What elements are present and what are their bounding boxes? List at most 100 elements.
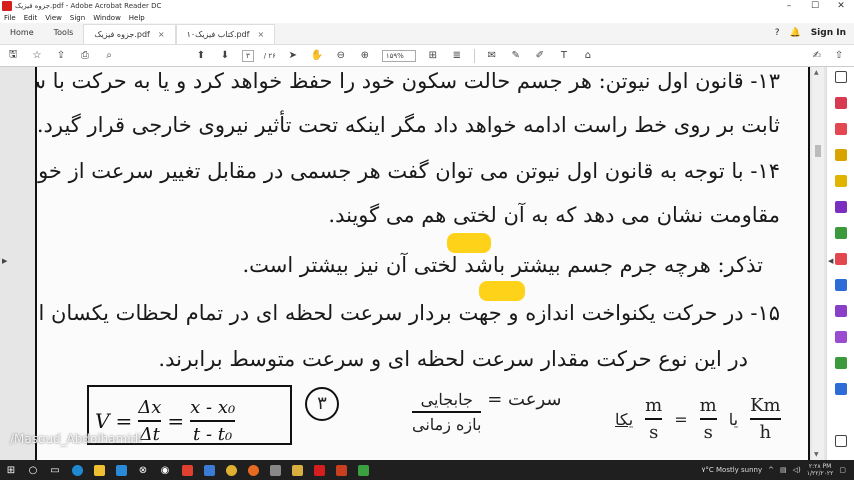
search-icon[interactable]: ⌕ [102, 50, 116, 61]
tab-document-2[interactable]: کتاب فیزیک۱۰.pdf × [175, 24, 276, 46]
scroll-down-icon[interactable]: ▼ [814, 451, 819, 458]
handwritten-line-3: ۱۴- با توجه به قانون اول نیوتن می توان گ… [35, 159, 780, 183]
tab-tools[interactable]: Tools [44, 22, 84, 44]
scroll-mode-icon[interactable]: ≣ [450, 50, 464, 61]
volume-icon[interactable]: ◁) [793, 466, 801, 474]
unit-3: Km h [750, 395, 781, 443]
search-taskbar-icon[interactable]: ○ [22, 460, 44, 480]
fit-page-icon[interactable]: ⊞ [426, 50, 440, 61]
search-tool-icon[interactable] [835, 71, 847, 83]
fill-sign-icon[interactable] [835, 305, 847, 317]
collapse-panel-arrow-icon[interactable]: ◀ [828, 257, 833, 265]
network-icon[interactable]: ▤ [780, 466, 787, 474]
formula-numerator-2: x - x₀ [190, 397, 236, 418]
camera-icon[interactable]: ◉ [154, 460, 176, 480]
minimize-button[interactable]: – [776, 0, 802, 12]
main-toolbar: 🖫 ☆ ⇪ ⎙ ⌕ ⬆ ⬇ ۳ / ۲۶ ➤ ✋ ⊖ ⊕ ۱۵۹% ⊞ ≣ ✉ … [0, 45, 854, 67]
expand-panel-icon[interactable] [835, 435, 847, 447]
scrollbar-thumb[interactable] [815, 145, 821, 157]
start-button[interactable]: ⊞ [0, 460, 22, 480]
menu-help[interactable]: Help [129, 14, 145, 22]
handwritten-line-5: تذکر: هرچه جرم جسم بیشتر باشد لختی آن نی… [242, 253, 763, 277]
stamp-icon[interactable]: ⌂ [581, 50, 595, 61]
organize-pages-icon[interactable] [835, 227, 847, 239]
xbox-icon[interactable]: ⊗ [132, 460, 154, 480]
zoom-level-select[interactable]: ۱۵۹% [381, 49, 416, 62]
highlight-pen-icon[interactable]: ✎ [509, 50, 523, 61]
circled-number: ۳ [305, 387, 339, 421]
document-viewport[interactable]: ▶ ۱۳- قانون اول نیوتن: هر جسم حالت سکون … [0, 67, 826, 460]
page-total: / ۲۶ [263, 51, 276, 60]
clock[interactable]: ۲:۲۸ PM ۱/۲۲/۲۰۲۲ [807, 463, 834, 477]
tray-chevron-icon[interactable]: ^ [768, 466, 774, 474]
store-icon[interactable] [110, 460, 132, 480]
menu-sign[interactable]: Sign [70, 14, 85, 22]
task-view-icon[interactable]: ▭ [44, 460, 66, 480]
maximize-button[interactable]: ☐ [802, 0, 828, 12]
export-pdf-icon[interactable] [835, 97, 847, 109]
sign-in-button[interactable]: Sign In [811, 28, 846, 38]
protect-icon[interactable] [835, 279, 847, 291]
combine-files-icon[interactable] [835, 201, 847, 213]
menu-window[interactable]: Window [93, 14, 121, 22]
unit-2: ms [699, 395, 717, 443]
page-up-icon[interactable]: ⬆ [194, 50, 208, 61]
page-down-icon[interactable]: ⬇ [218, 50, 232, 61]
vertical-scrollbar[interactable]: ▲ ▼ [812, 67, 824, 460]
comment-icon[interactable]: ✉ [485, 50, 499, 61]
close-tab-icon[interactable]: × [257, 24, 264, 46]
text-icon[interactable]: T [557, 50, 571, 61]
send-review-icon[interactable] [835, 331, 847, 343]
menu-file[interactable]: File [4, 14, 16, 22]
menu-bar: File Edit View Sign Window Help [0, 12, 854, 23]
page-number-input[interactable]: ۳ [242, 49, 254, 62]
hand-tool-icon[interactable]: ✋ [310, 50, 324, 61]
weather-widget[interactable]: ۷°C Mostly sunny [702, 466, 763, 474]
media-icon[interactable] [264, 460, 286, 480]
file-explorer-icon[interactable] [88, 460, 110, 480]
windows-taskbar: ⊞ ○ ▭ ⊗ ◉ ۷°C Mostly sunny ^ ▤ ◁) ۲:۲۸ P… [0, 460, 854, 480]
print-icon[interactable]: ⎙ [78, 50, 92, 61]
left-panel-arrow-icon[interactable]: ▶ [2, 257, 7, 265]
upload-icon[interactable]: ⇪ [54, 50, 68, 61]
bookmark-star-icon[interactable]: ☆ [30, 50, 44, 61]
draw-icon[interactable]: ✐ [533, 50, 547, 61]
definition-fraction: جابجایی بازه زمانی [412, 390, 482, 434]
formula-numerator-1: Δx [138, 397, 162, 418]
folder-icon[interactable] [286, 460, 308, 480]
create-pdf-icon[interactable] [835, 123, 847, 135]
select-cursor-icon[interactable]: ➤ [286, 50, 300, 61]
notifications-icon[interactable]: ▢ [839, 466, 846, 474]
edge-icon[interactable] [66, 460, 88, 480]
redact-icon[interactable] [835, 253, 847, 265]
toolbar-right: ✍ ⇧ [810, 50, 854, 61]
units-label: یکا [615, 409, 634, 429]
camtasia-icon[interactable] [352, 460, 374, 480]
edit-pdf-icon[interactable] [835, 149, 847, 161]
help-icon[interactable]: ? [775, 28, 780, 38]
bell-icon[interactable]: 🔔 [789, 28, 800, 38]
save-icon[interactable]: 🖫 [6, 47, 20, 64]
powerpoint-icon[interactable] [330, 460, 352, 480]
firefox-icon[interactable] [242, 460, 264, 480]
tab-document-2-label: کتاب فیزیک۱۰.pdf [186, 29, 250, 39]
sign-pen-icon[interactable]: ✍ [810, 50, 824, 61]
close-window-button[interactable]: ✕ [828, 0, 854, 12]
close-tab-icon[interactable]: × [158, 24, 165, 46]
acrobat-taskbar-icon[interactable] [308, 460, 330, 480]
scan-ocr-icon[interactable] [835, 383, 847, 395]
comment-tool-icon[interactable] [835, 175, 847, 187]
tab-home[interactable]: Home [0, 22, 44, 44]
tab-document-1[interactable]: جزوه فیزیک.pdf × [83, 24, 176, 46]
app-red-icon[interactable] [176, 460, 198, 480]
formula-v: V [95, 409, 110, 433]
scroll-up-icon[interactable]: ▲ [814, 69, 819, 76]
zoom-out-icon[interactable]: ⊖ [334, 50, 348, 61]
menu-view[interactable]: View [45, 14, 62, 22]
more-tools-icon[interactable] [835, 357, 847, 369]
share-icon[interactable]: ⇧ [832, 50, 846, 61]
chrome-icon[interactable] [220, 460, 242, 480]
zoom-in-icon[interactable]: ⊕ [358, 50, 372, 61]
menu-edit[interactable]: Edit [24, 14, 38, 22]
photos-icon[interactable] [198, 460, 220, 480]
